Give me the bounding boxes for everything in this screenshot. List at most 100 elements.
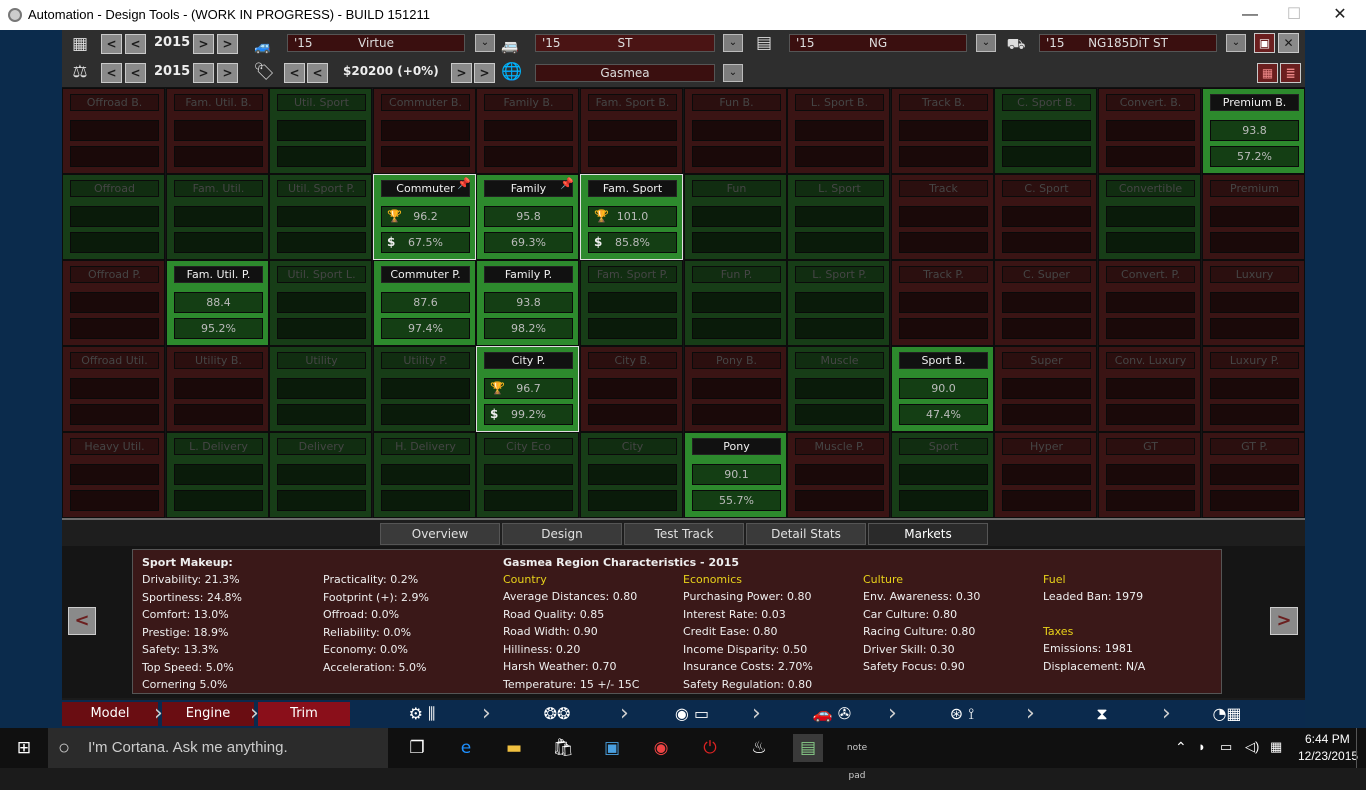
region-dropdown-button[interactable]: ⌄ (723, 64, 743, 82)
trim-field[interactable]: '15 ST (535, 34, 715, 52)
close-design-icon[interactable]: ✕ (1278, 33, 1299, 53)
automation-app-icon[interactable]: ▤ (793, 734, 823, 762)
market-cell[interactable]: Conv. Luxury (1098, 346, 1201, 432)
market-cell[interactable]: Sport B. 90.0 47.4% (891, 346, 994, 432)
pin-icon[interactable]: 📌 (457, 177, 471, 190)
market-cell[interactable]: Track P. (891, 260, 994, 346)
tab-markets[interactable]: Markets (868, 523, 988, 545)
market-cell[interactable]: Family 📌 95.8 69.3% (476, 174, 579, 260)
cortana-search[interactable]: ○ I'm Cortana. Ask me anything. (48, 728, 388, 768)
variant-dropdown-button[interactable]: ⌄ (1226, 34, 1246, 52)
store-icon[interactable]: 🛍 (548, 734, 578, 762)
market-cell[interactable]: Pony B. (684, 346, 787, 432)
task-view-icon[interactable]: ❐ (402, 734, 432, 762)
tab-detail-stats[interactable]: Detail Stats (746, 523, 866, 545)
market-cell[interactable]: C. Sport B. (994, 88, 1097, 174)
market-cell[interactable]: Utility P. (373, 346, 476, 432)
price-prev-fast-button[interactable]: < (284, 63, 305, 83)
variant-field[interactable]: '15 NG185DiT ST (1039, 34, 1217, 52)
market-cell[interactable]: Fam. Util. B. (166, 88, 269, 174)
market-cell[interactable]: Convert. P. (1098, 260, 1201, 346)
market-cell[interactable]: Fam. Util. P. 88.4 95.2% (166, 260, 269, 346)
info-prev-button[interactable]: < (68, 607, 96, 635)
market-cell[interactable]: City (580, 432, 683, 518)
windows-start-icon[interactable]: ⊞ (9, 734, 39, 762)
market-cell[interactable]: Offroad B. (62, 88, 165, 174)
market-cell[interactable]: Hyper (994, 432, 1097, 518)
tab-test-track[interactable]: Test Track (624, 523, 744, 545)
market-cell[interactable]: Commuter B. (373, 88, 476, 174)
price-next-fast-button[interactable]: > (474, 63, 495, 83)
trim-dropdown-button[interactable]: ⌄ (723, 34, 743, 52)
market-cell[interactable]: City Eco (476, 432, 579, 518)
year-next-fast-button[interactable]: > (217, 34, 238, 54)
nav-model-button[interactable]: Model (62, 702, 158, 726)
clock-time[interactable]: 6:44 PM (1305, 732, 1350, 746)
market-cell[interactable]: Premium (1202, 174, 1305, 260)
market-cell[interactable]: Track (891, 174, 994, 260)
year-prev-button[interactable]: < (125, 34, 146, 54)
market-cell[interactable]: Track B. (891, 88, 994, 174)
volume-icon[interactable]: ◁) (1245, 739, 1259, 755)
clock-date[interactable]: 12/23/2015 (1298, 749, 1358, 763)
market-cell[interactable]: Fun P. (684, 260, 787, 346)
market-cell[interactable]: Muscle P. (787, 432, 890, 518)
nav-engine-button[interactable]: Engine (162, 702, 254, 726)
show-desktop-button[interactable] (1356, 728, 1366, 768)
market-cell[interactable]: Offroad P. (62, 260, 165, 346)
year2-next-button[interactable]: > (193, 63, 214, 83)
edge-icon[interactable]: e (451, 734, 481, 762)
car-aero-icon[interactable]: 🚗 ✇ (782, 703, 882, 725)
model-field[interactable]: '15 Virtue (287, 34, 465, 52)
market-cell[interactable]: GT P. (1202, 432, 1305, 518)
market-cell[interactable]: Util. Sport (269, 88, 372, 174)
body-wheel-icon[interactable]: ◉ ▭ (662, 703, 722, 725)
minimize-button[interactable]: — (1235, 4, 1265, 26)
model-dropdown-button[interactable]: ⌄ (475, 34, 495, 52)
file-explorer-icon[interactable]: ▬ (499, 734, 529, 762)
market-cell[interactable]: Fam. Sport P. (580, 260, 683, 346)
market-cell[interactable]: Muscle (787, 346, 890, 432)
market-cell[interactable]: Fam. Util. (166, 174, 269, 260)
tray-up-icon[interactable]: ⌃ (1175, 739, 1187, 756)
market-cell[interactable]: Family P. 93.8 98.2% (476, 260, 579, 346)
market-cell[interactable]: Fam. Sport 🏆 101.0 $85.8% (580, 174, 683, 260)
market-cell[interactable]: Heavy Util. (62, 432, 165, 518)
market-cell[interactable]: City B. (580, 346, 683, 432)
price-next-button[interactable]: > (451, 63, 472, 83)
market-cell[interactable]: Sport (891, 432, 994, 518)
market-cell[interactable]: L. Sport P. (787, 260, 890, 346)
market-cell[interactable]: L. Sport B. (787, 88, 890, 174)
year-prev-fast-button[interactable]: < (101, 34, 122, 54)
market-cell[interactable]: Fun (684, 174, 787, 260)
market-cell[interactable]: Convert. B. (1098, 88, 1201, 174)
year2-next-fast-button[interactable]: > (217, 63, 238, 83)
market-cell[interactable]: Family B. (476, 88, 579, 174)
market-cell[interactable]: Offroad Util. (62, 346, 165, 432)
nav-trim-button[interactable]: Trim (258, 702, 350, 726)
market-cell[interactable]: Pony 90.1 55.7% (684, 432, 787, 518)
market-cell[interactable]: Luxury P. (1202, 346, 1305, 432)
year2-prev-fast-button[interactable]: < (101, 63, 122, 83)
year2-prev-button[interactable]: < (125, 63, 146, 83)
market-cell[interactable]: Premium B. 93.8 57.2% (1202, 88, 1305, 174)
battery-icon[interactable]: ▭ (1220, 739, 1232, 755)
market-cell[interactable]: GT (1098, 432, 1201, 518)
list-view-icon[interactable]: ≣ (1280, 63, 1301, 83)
steam-icon[interactable]: ♨ (744, 734, 774, 762)
pin-icon[interactable]: 📌 (560, 177, 574, 190)
market-cell[interactable]: Commuter P. 87.6 97.4% (373, 260, 476, 346)
tab-design[interactable]: Design (502, 523, 622, 545)
market-cell[interactable]: Convertible (1098, 174, 1201, 260)
power-app-icon[interactable]: ⏻ (695, 734, 725, 762)
market-cell[interactable]: H. Delivery (373, 432, 476, 518)
gearbox-icon[interactable]: ⚙ ⫼ (392, 703, 452, 725)
fuel-system-icon[interactable]: ⧗ (1082, 703, 1122, 725)
market-cell[interactable]: Utility B. (166, 346, 269, 432)
save-icon[interactable]: ▣ (1254, 33, 1275, 53)
maximize-button[interactable]: ☐ (1279, 4, 1309, 26)
test-finish-flag-icon[interactable]: ◔▦ (1202, 703, 1252, 725)
market-cell[interactable]: Luxury (1202, 260, 1305, 346)
region-field[interactable]: Gasmea (535, 64, 715, 82)
tab-overview[interactable]: Overview (380, 523, 500, 545)
